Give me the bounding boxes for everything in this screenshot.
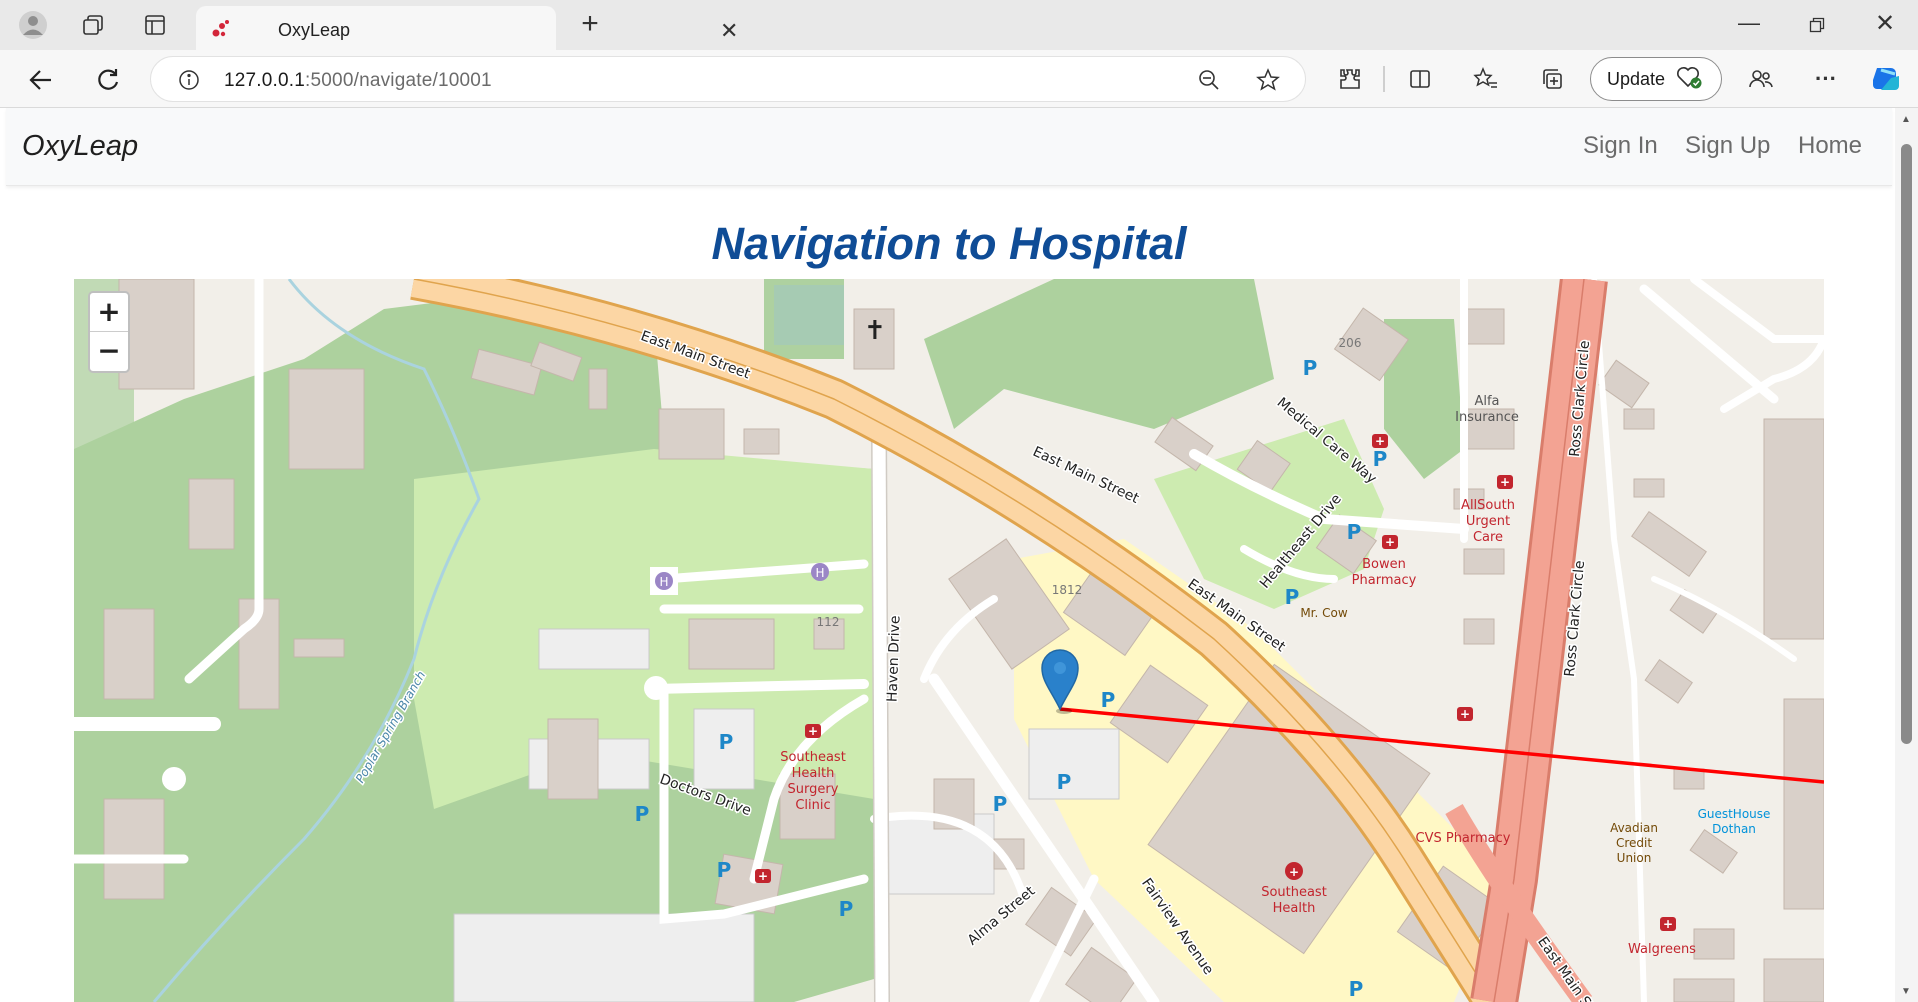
street-label: Haven Drive <box>884 615 903 702</box>
svg-text:+: + <box>1375 434 1385 448</box>
poi-label: Union <box>1617 851 1652 865</box>
collections-icon[interactable] <box>1536 63 1568 95</box>
split-screen-icon[interactable] <box>1404 63 1436 95</box>
svg-text:+: + <box>1663 917 1673 931</box>
poi-label: Alfa <box>1474 394 1499 409</box>
poi-label: Urgent <box>1466 514 1510 529</box>
parking-icon: P <box>1057 770 1072 794</box>
page-viewport: OxyLeap Sign In Sign Up Home Navigation … <box>0 108 1918 1002</box>
nav-home[interactable]: Home <box>1798 132 1862 160</box>
restore-icon[interactable] <box>1802 10 1832 40</box>
page-title: Navigation to Hospital <box>711 218 1187 269</box>
site-favicon-icon <box>210 18 232 40</box>
parking-icon: P <box>1347 520 1362 544</box>
poi-label: Clinic <box>795 798 830 813</box>
scroll-down-icon[interactable]: ▼ <box>1901 986 1911 997</box>
svg-text:+: + <box>1385 535 1395 549</box>
close-window-icon[interactable]: ✕ <box>1870 8 1900 38</box>
poi-label: Credit <box>1616 836 1652 850</box>
extensions-icon[interactable] <box>1334 63 1366 95</box>
tab-title: OxyLeap <box>278 20 351 40</box>
poi-label: Health <box>792 766 835 781</box>
parking-icon: P <box>839 897 854 921</box>
zoom-in-button[interactable]: + <box>90 293 128 332</box>
poi-label: Health <box>1273 901 1316 916</box>
poi-label: Walgreens <box>1628 942 1696 957</box>
url-host: 127.0.0.1 <box>224 70 306 91</box>
back-icon[interactable] <box>24 63 58 97</box>
helipad-icon: H <box>650 567 678 595</box>
map-tiles[interactable]: ✝ H H P P P P P P P P P P P P + + + + + … <box>74 279 1824 1002</box>
update-button[interactable]: Update <box>1590 57 1722 101</box>
poi-label: Care <box>1473 530 1503 545</box>
poi-label: Bowen <box>1362 557 1406 572</box>
address-bar[interactable]: 127.0.0.1:5000/navigate/10001 <box>150 56 1306 102</box>
brand-logo[interactable]: OxyLeap <box>22 130 138 163</box>
zoom-out-button[interactable]: − <box>90 332 128 371</box>
browser-tabstrip: OxyLeap ✕ + — ✕ <box>0 0 1918 50</box>
house-number: 206 <box>1339 336 1362 350</box>
nav-sign-in[interactable]: Sign In <box>1583 132 1658 160</box>
tab-close-icon[interactable]: ✕ <box>720 18 738 44</box>
map-zoom-control: + − <box>88 291 130 373</box>
svg-text:+: + <box>758 869 768 883</box>
svg-text:+: + <box>1289 865 1299 879</box>
svg-text:+: + <box>1460 707 1470 721</box>
page-scrollbar[interactable]: ▲ ▼ <box>1895 108 1918 1002</box>
favorite-star-icon[interactable] <box>1255 67 1281 93</box>
update-label: Update <box>1607 68 1666 89</box>
parking-icon: P <box>1303 356 1318 380</box>
copilot-people-icon[interactable] <box>1745 63 1777 95</box>
parking-icon: P <box>1349 977 1364 1001</box>
poi-label: AllSouth <box>1461 498 1515 513</box>
poi-label: Mr. Cow <box>1300 606 1348 620</box>
parking-icon: P <box>1373 447 1388 471</box>
active-tab[interactable]: OxyLeap ✕ <box>196 6 738 50</box>
minimize-icon[interactable]: — <box>1734 8 1764 38</box>
poi-label: CVS Pharmacy <box>1416 831 1511 846</box>
more-menu-icon[interactable]: ··· <box>1810 63 1842 95</box>
url-text[interactable]: 127.0.0.1:5000/navigate/10001 <box>224 70 492 92</box>
copilot-icon[interactable] <box>1868 61 1904 97</box>
site-info-icon[interactable] <box>177 68 201 92</box>
poi-label: Pharmacy <box>1352 573 1417 588</box>
favorites-icon[interactable] <box>1470 63 1502 95</box>
site-navbar: OxyLeap Sign In Sign Up Home <box>6 108 1892 186</box>
poi-label: Avadian <box>1610 821 1658 835</box>
navigation-map[interactable]: ✝ H H P P P P P P P P P P P P + + + + + … <box>74 279 1824 1002</box>
toolbar-divider <box>1383 66 1385 92</box>
browser-toolbar: 127.0.0.1:5000/navigate/10001 Update ··· <box>0 50 1918 108</box>
new-tab-icon[interactable]: + <box>574 7 606 40</box>
parking-icon: P <box>1101 688 1116 712</box>
poi-label: Dothan <box>1712 822 1756 836</box>
parking-icon: P <box>1285 585 1300 609</box>
profile-avatar-icon[interactable] <box>16 8 50 42</box>
house-number: 112 <box>817 615 840 629</box>
poi-label: Surgery <box>788 782 839 797</box>
scroll-thumb[interactable] <box>1901 144 1912 744</box>
workspaces-icon[interactable] <box>78 10 108 40</box>
scroll-up-icon[interactable]: ▲ <box>1901 114 1911 125</box>
parking-icon: P <box>635 802 650 826</box>
house-number: 1812 <box>1052 583 1083 597</box>
update-heart-icon <box>1675 64 1703 95</box>
poi-label: Southeast <box>780 750 846 765</box>
poi-label: Southeast <box>1261 885 1327 900</box>
reload-icon[interactable] <box>91 63 125 97</box>
svg-text:+: + <box>1500 475 1510 489</box>
parking-icon: P <box>717 858 732 882</box>
helipad-icon: H <box>811 563 829 581</box>
svg-text:H: H <box>815 566 824 580</box>
zoom-out-page-icon[interactable] <box>1197 68 1221 92</box>
url-path: :5000/navigate/10001 <box>305 70 492 91</box>
svg-text:✝: ✝ <box>864 316 886 346</box>
nav-sign-up[interactable]: Sign Up <box>1685 132 1770 160</box>
svg-text:H: H <box>659 575 668 589</box>
parking-icon: P <box>719 730 734 754</box>
parking-icon: P <box>993 792 1008 816</box>
svg-text:+: + <box>808 724 818 738</box>
poi-label: Insurance <box>1455 410 1519 425</box>
vertical-tabs-icon[interactable] <box>140 10 170 40</box>
poi-label: GuestHouse <box>1698 807 1771 821</box>
